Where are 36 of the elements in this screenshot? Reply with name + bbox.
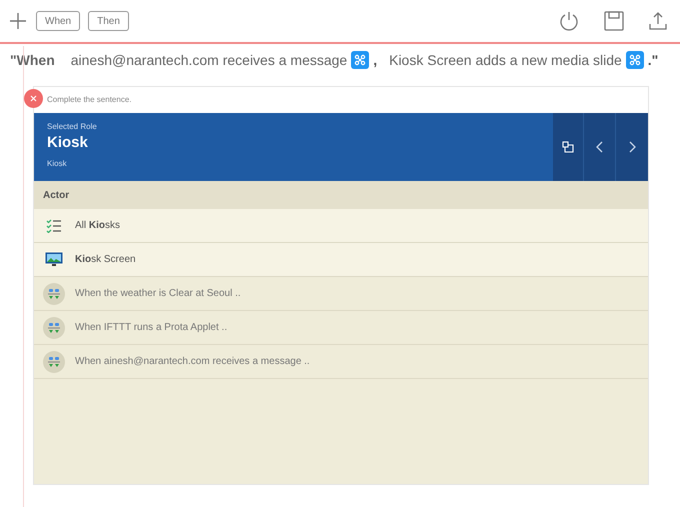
share-icon[interactable] (648, 11, 668, 31)
close-icon (30, 95, 37, 102)
list-item[interactable]: Kiosk Screen (34, 243, 648, 277)
item-label: All Kiosks (75, 219, 120, 233)
checklist-icon (46, 218, 62, 232)
applet-icon (43, 316, 65, 338)
item-label: When the weather is Clear at Seoul .. (75, 287, 241, 301)
role-title: Kiosk (47, 133, 89, 153)
applet-icon (43, 282, 65, 304)
punctuation: , (373, 50, 378, 70)
punctuation: ." (648, 50, 658, 70)
command-icon[interactable] (626, 51, 644, 69)
chevron-left-icon (596, 141, 604, 153)
chevron-right-icon (628, 141, 636, 153)
sentence-clause[interactable]: ainesh@narantech.com receives a message (70, 50, 348, 70)
role-subtitle: Kiosk (47, 158, 68, 170)
add-icon[interactable] (8, 11, 28, 31)
copy-button[interactable] (553, 113, 584, 181)
role-caption: Selected Role (47, 121, 98, 133)
save-icon[interactable] (604, 11, 624, 31)
sentence-lead: "When (10, 50, 55, 70)
applet-icon (43, 350, 65, 372)
item-label: When IFTTT runs a Prota Applet .. (75, 321, 228, 335)
section-header: Actor (43, 188, 70, 202)
tab[interactable]: Then (88, 11, 129, 31)
list-item[interactable]: All Kiosks (34, 209, 648, 243)
close-button[interactable] (24, 89, 43, 108)
tab[interactable]: When (36, 11, 80, 31)
power-icon[interactable] (558, 10, 580, 32)
command-icon[interactable] (351, 51, 370, 69)
monitor-icon (45, 252, 63, 267)
prompt-text: Complete the sentence. (47, 94, 132, 106)
item-label: When ainesh@narantech.com receives a message .. (75, 355, 310, 369)
sentence-clause[interactable]: Kiosk Screen adds a new media slide (389, 50, 622, 70)
copy-icon (562, 141, 574, 153)
item-label: Kiosk Screen (75, 253, 136, 267)
